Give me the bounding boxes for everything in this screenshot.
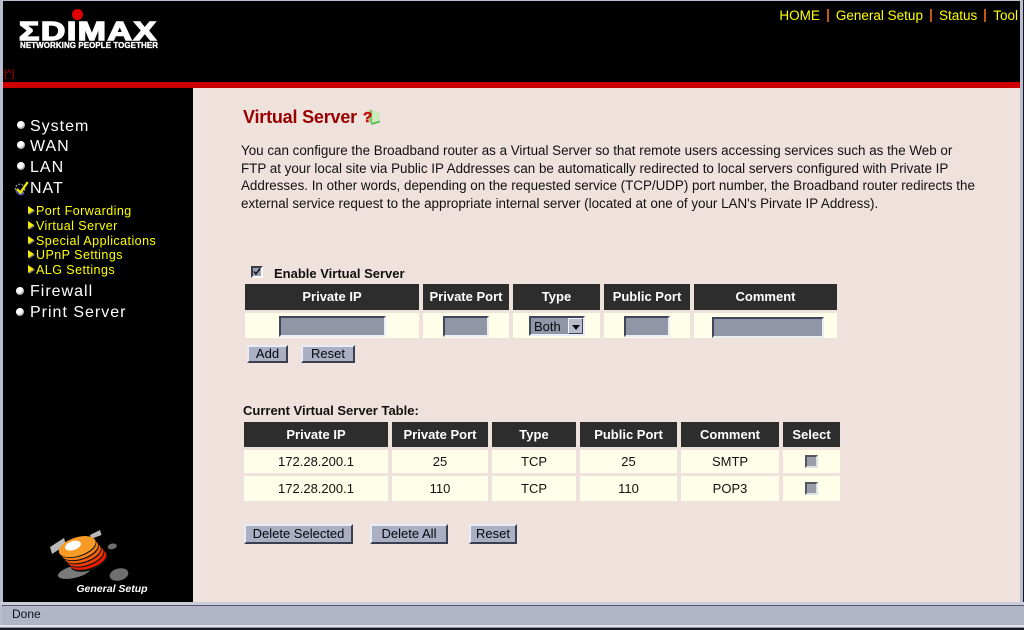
svg-text:?: ? <box>363 109 372 125</box>
